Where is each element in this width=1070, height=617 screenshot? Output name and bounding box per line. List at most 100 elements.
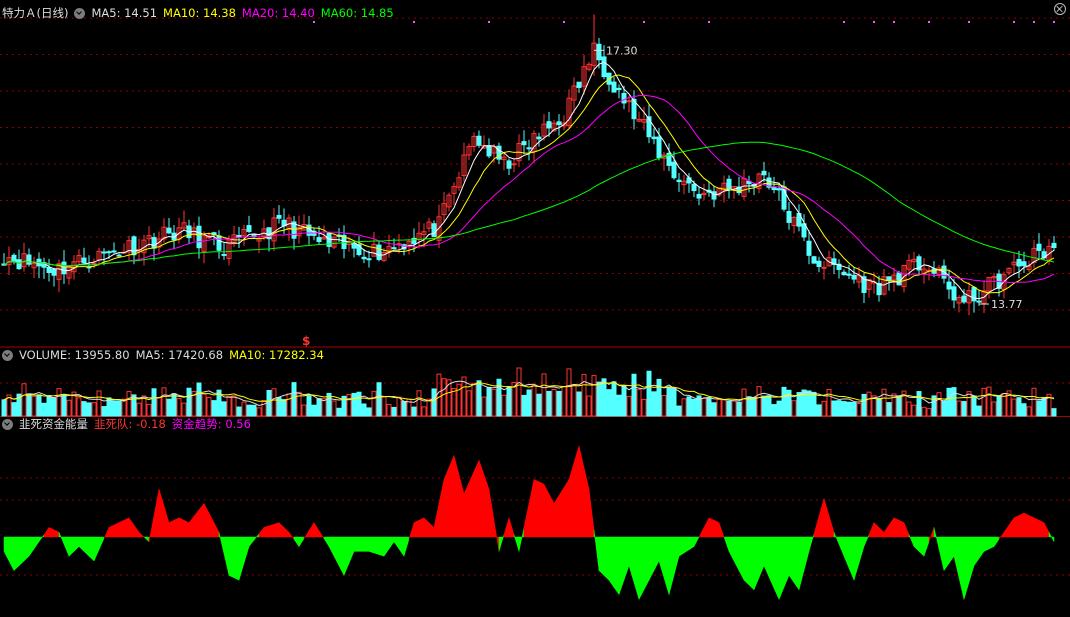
price-panel-dropdown-icon[interactable] [74, 7, 86, 19]
indicator-area-negative [233, 536, 240, 581]
volume-bar [1031, 387, 1037, 417]
candle-body [61, 261, 67, 275]
indicator-area-negative [988, 536, 995, 550]
volume-bar [546, 390, 552, 417]
indicator-area-negative [343, 536, 350, 576]
indicator-area-positive [173, 517, 180, 538]
indicator-area-negative [683, 536, 690, 554]
volume-bar [491, 388, 497, 417]
indicator-area-negative [643, 536, 650, 590]
volume-bar [836, 400, 842, 417]
volume-bar [856, 403, 862, 417]
indicator-area-positive [473, 460, 480, 538]
indicator-area-positive [423, 517, 430, 538]
volume-bar [616, 394, 622, 417]
volume-bar [331, 400, 337, 417]
volume-bar [471, 382, 477, 417]
volume-bar [396, 396, 402, 417]
indicator-area-negative [863, 534, 870, 547]
indicator-area-negative [253, 533, 260, 541]
indicator-area-positive [413, 519, 420, 538]
candle-body [851, 274, 857, 280]
indicator-area-negative [603, 536, 610, 581]
volume-bar [451, 388, 457, 417]
indicator-area-negative [223, 536, 230, 576]
indicator-area-negative [843, 536, 850, 569]
volume-panel-dropdown-icon[interactable] [2, 349, 13, 361]
indicator-area-positive [888, 517, 895, 538]
candle-body [166, 227, 172, 234]
indicator-area-positive [198, 502, 205, 538]
indicator-area-positive [1028, 515, 1035, 538]
indicator-area-negative [598, 536, 605, 576]
indicator-area-positive [878, 526, 885, 538]
indicator-area-positive [283, 526, 290, 538]
indicator-area-negative [403, 536, 410, 557]
indicator-area-positive [483, 474, 490, 538]
volume-bar [926, 408, 932, 417]
volume-bar [991, 401, 997, 417]
candle-body [511, 163, 517, 166]
indicator-panel-dropdown-icon[interactable] [2, 418, 13, 430]
indicator-area-negative [768, 536, 775, 589]
volume-bar [1026, 406, 1032, 417]
candle-body [846, 273, 852, 276]
indicator-area-negative [913, 536, 920, 552]
indicator-area-negative [33, 536, 40, 550]
indicator-area-positive [698, 527, 705, 538]
ma10-line [3, 74, 1055, 294]
volume-bar [811, 391, 817, 417]
volume-bar [736, 401, 742, 417]
candle-body [431, 223, 437, 238]
indicator-area-positive [273, 522, 280, 538]
candle-body [361, 256, 367, 260]
volume-bar [1, 399, 7, 417]
indicator-area-negative [728, 536, 735, 562]
volume-bar [186, 387, 192, 417]
indicator-area-negative [688, 536, 695, 551]
volume-bar [171, 393, 177, 417]
candle-body [106, 251, 112, 254]
volume-bar [741, 388, 747, 417]
volume-bar [641, 398, 647, 417]
indicator-area-negative [38, 533, 45, 543]
indicator-area-negative [778, 536, 785, 600]
indicator-area-positive [508, 517, 515, 538]
candle-body [196, 225, 202, 249]
indicator-area-positive [453, 455, 460, 538]
volume-bar [666, 386, 672, 417]
volume-bar [251, 404, 257, 417]
candle-body [616, 87, 622, 91]
indicator-area-positive [288, 531, 295, 541]
indicator-area-negative [838, 536, 845, 557]
indicator-area-positive [268, 523, 275, 538]
candle-body [221, 253, 227, 256]
volume-bar [886, 402, 892, 417]
candle-body [971, 286, 977, 302]
volume-bar [51, 397, 57, 417]
indicator-area-positive [318, 529, 325, 540]
indicator-area-positive [53, 529, 60, 538]
candle-body [496, 145, 502, 160]
ma5-value: MA5: 14.51 [91, 6, 158, 20]
volume-bar [706, 397, 712, 417]
volume-bar [371, 390, 377, 417]
indicator-area-negative [383, 536, 390, 557]
close-icon[interactable] [1054, 3, 1066, 15]
signal-dot [488, 21, 490, 23]
indicator-area-positive [438, 479, 445, 538]
indicator-area-negative [618, 536, 625, 595]
volume-bar [751, 396, 757, 417]
volume-bar [961, 401, 967, 417]
indicator-area-positive [1043, 522, 1050, 538]
indicator-area-negative [373, 536, 380, 555]
volume-bar [161, 387, 167, 417]
volume-bar [721, 399, 727, 417]
volume-bar [386, 403, 392, 417]
candle-body [786, 211, 792, 223]
indicator-area-positive [43, 526, 50, 538]
indicator-area-positive [538, 481, 545, 538]
chart-canvas: 17.30 13.77 $ [0, 14, 1070, 600]
indicator-area-negative [398, 536, 405, 557]
indicator-area-positive [588, 488, 595, 538]
